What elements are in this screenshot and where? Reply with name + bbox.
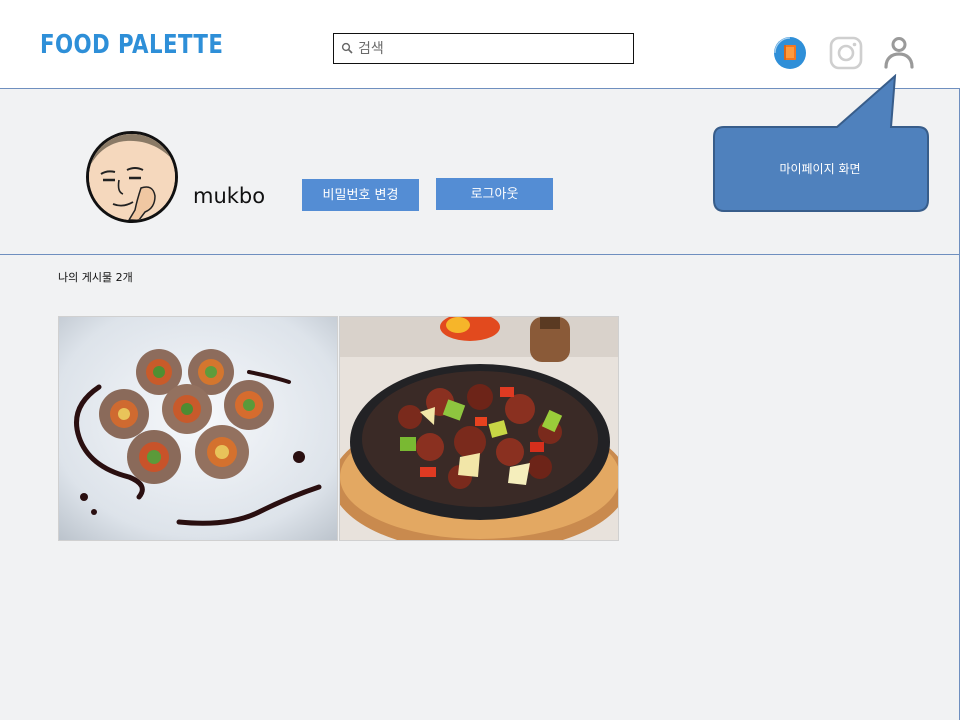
search-bar[interactable] (333, 33, 634, 64)
post-count-label: 나의 게시물 2개 (58, 271, 133, 284)
username: mukbo (193, 184, 266, 208)
user-profile-icon[interactable] (882, 36, 916, 70)
avatar-illustration (89, 134, 175, 220)
annotation-callout (713, 74, 929, 212)
post-thumbnail-1[interactable] (58, 316, 338, 541)
food-photo-sizzling-beef (340, 317, 618, 540)
feed-icon[interactable] (773, 36, 807, 70)
profile-divider (0, 254, 960, 255)
app-logo[interactable]: FOOD PALETTE (40, 30, 223, 60)
search-icon (341, 42, 353, 54)
post-thumbnail-2[interactable] (339, 316, 619, 541)
avatar[interactable] (86, 131, 178, 223)
change-password-button[interactable]: 비밀번호 변경 (302, 179, 419, 211)
instagram-icon[interactable] (829, 36, 863, 70)
logout-button[interactable]: 로그아웃 (436, 178, 553, 210)
search-input[interactable] (358, 37, 628, 60)
food-photo-rolls (59, 317, 337, 540)
callout-text: 마이페이지 화면 (779, 162, 861, 176)
